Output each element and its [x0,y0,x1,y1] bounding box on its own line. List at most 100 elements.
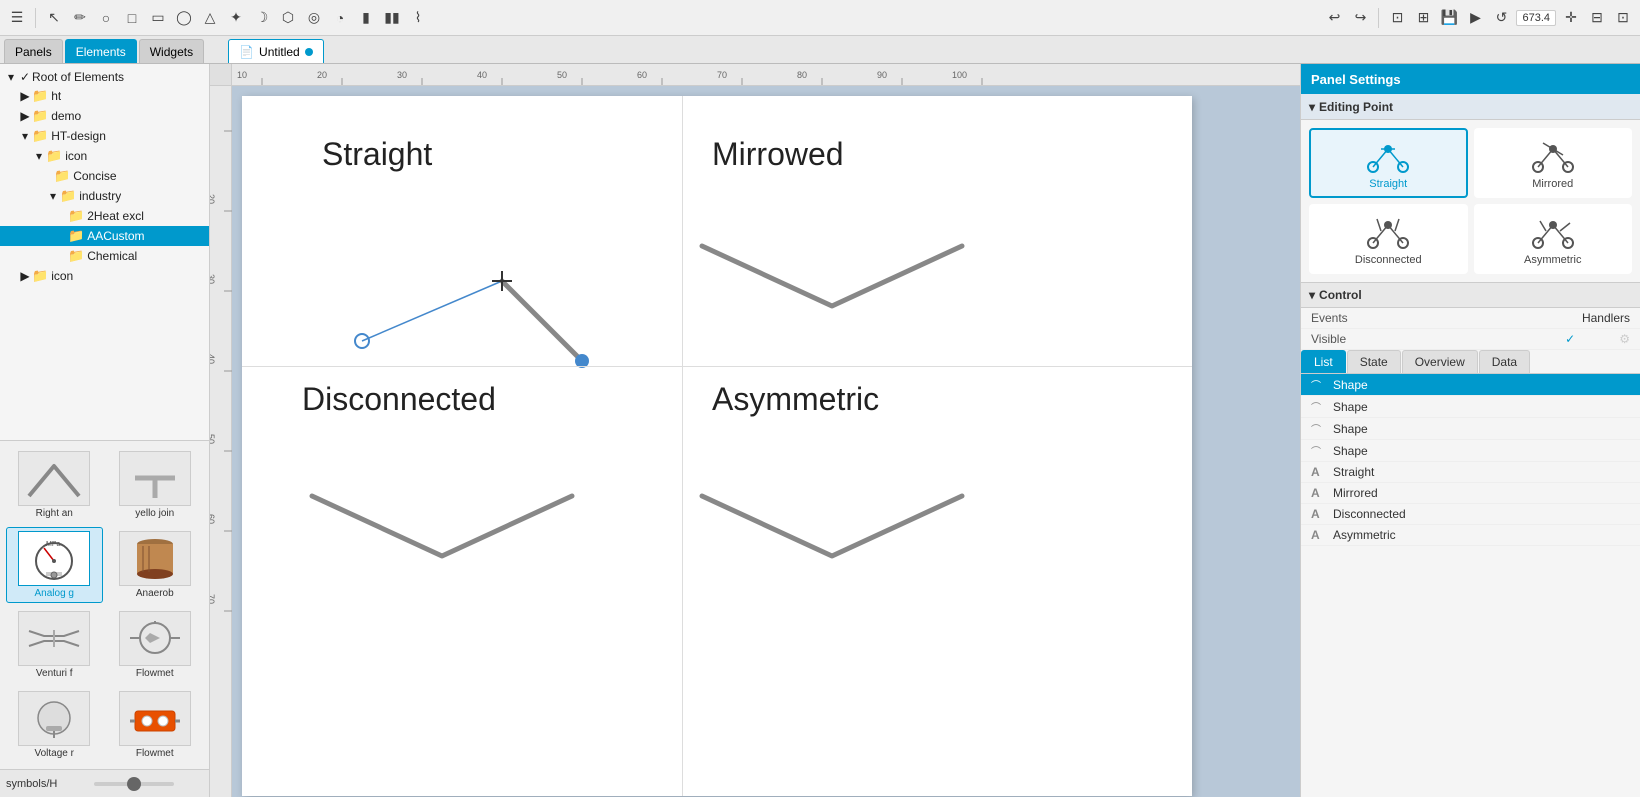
collapse-arrow[interactable]: ▾ [1309,100,1315,114]
line-tool[interactable]: ⌇ [407,7,429,29]
crosshair-icon[interactable]: ✛ [1560,7,1582,29]
select-tool[interactable]: ↖ [43,7,65,29]
tree-item-2heat[interactable]: 📁 2Heat excl [0,206,209,226]
ep-disconnected[interactable]: Disconnected [1309,204,1468,274]
circle-tool[interactable]: ○ [95,7,117,29]
triangle-tool[interactable]: △ [199,7,221,29]
donut-tool[interactable]: ◎ [303,7,325,29]
aacustom-folder-icon: 📁 [68,228,84,244]
list-item-mirrored[interactable]: A Mirrored [1301,483,1640,504]
zoom-slider[interactable] [94,782,174,786]
tree-item-demo[interactable]: ▶ 📁 demo [0,106,209,126]
tab-data[interactable]: Data [1479,350,1530,373]
pen-tool[interactable]: ✏ [69,7,91,29]
tree-item-ht[interactable]: ▶ 📁 ht [0,86,209,106]
rect-tool[interactable]: □ [121,7,143,29]
mirrored-label: Mirrowed [712,136,844,173]
doc-title-label: Untitled [259,45,300,59]
undo-button[interactable]: ↩ [1323,7,1345,29]
tab-panels[interactable]: Panels [4,39,63,63]
tree-item-aacustom[interactable]: 📁 AACustom [0,226,209,246]
aacustom-label: AACustom [87,229,144,243]
tree-item-chemical[interactable]: 📁 Chemical [0,246,209,266]
list-item-disconnected[interactable]: A Disconnected [1301,504,1640,525]
pie-tool[interactable]: ◔ [329,7,351,29]
tree-root[interactable]: ▾ ✓ Root of Elements [0,68,209,86]
handlers-label: Handlers [1582,311,1630,325]
ep-asymmetric[interactable]: Asymmetric [1474,204,1633,274]
menu-icon[interactable]: ☰ [6,7,28,29]
thumb-label-flowmet1: Flowmet [115,668,195,679]
thumb-label-anaerob: Anaerob [115,588,195,599]
tab-state[interactable]: State [1347,350,1401,373]
demo-folder-icon: 📁 [32,108,48,124]
coord-display: 673.4 [1516,10,1556,26]
editing-point-label: Editing Point [1319,100,1393,114]
crescent-tool[interactable]: ☽ [251,7,273,29]
save-button[interactable]: 💾 [1438,7,1460,29]
path-display: symbols/H [6,778,86,790]
svg-text:20: 20 [317,70,327,80]
thumb-yello-join[interactable]: yello join [107,447,204,523]
tree-item-ht-design[interactable]: ▾ 📁 HT-design [0,126,209,146]
thumb-img-anaerob [119,531,191,586]
mirrored-item-label: Mirrored [1333,486,1378,500]
list-item-shape4[interactable]: ⌒ Shape [1301,440,1640,462]
bar-tool[interactable]: ▮ [355,7,377,29]
bar2-tool[interactable]: ▮▮ [381,7,403,29]
canvas-area[interactable]: Straight Mirrowed Disconnected Asymmetri… [232,86,1300,797]
tree-item-icon2[interactable]: ▶ 📁 icon [0,266,209,286]
editing-point-grid: Straight Mirrored [1301,120,1640,282]
refresh-button[interactable]: ↺ [1490,7,1512,29]
industry-folder-icon: 📁 [60,188,76,204]
list-item-straight[interactable]: A Straight [1301,462,1640,483]
htdesign-arrow: ▾ [18,129,32,143]
visible-label: Visible [1311,332,1565,346]
tab-list[interactable]: List [1301,350,1346,373]
window-icon[interactable]: ⊟ [1586,7,1608,29]
icon1-arrow: ▾ [32,149,46,163]
star-tool[interactable]: ✦ [225,7,247,29]
ep-mirrored[interactable]: Mirrored [1474,128,1633,198]
thumb-analog-g[interactable]: MPa Analog g [6,527,103,603]
list-item-shape2[interactable]: ⌒ Shape [1301,396,1640,418]
oval-tool[interactable]: ◯ [173,7,195,29]
icon1-folder-icon: 📁 [46,148,62,164]
svg-text:40: 40 [210,354,216,364]
events-label: Events [1311,311,1582,325]
thumb-flowmet1[interactable]: Flowmet [107,607,204,683]
list-item-asymmetric[interactable]: A Asymmetric [1301,525,1640,546]
tab-overview[interactable]: Overview [1402,350,1478,373]
control-collapse-arrow[interactable]: ▾ [1309,288,1315,302]
thumb-right-an[interactable]: Right an [6,447,103,523]
tree-item-icon1[interactable]: ▾ 📁 icon [0,146,209,166]
frame-button[interactable]: ⊡ [1386,7,1408,29]
htdesign-folder-icon: 📁 [32,128,48,144]
straight-item-icon: A [1311,465,1329,479]
tree-item-industry[interactable]: ▾ 📁 industry [0,186,209,206]
redo-button[interactable]: ↪ [1349,7,1371,29]
thumb-img-flowmet2 [119,691,191,746]
tab-elements[interactable]: Elements [65,39,137,63]
htdesign-label: HT-design [51,129,106,143]
thumb-flowmet2[interactable]: Flowmet [107,687,204,763]
list-item-shape3[interactable]: ⌒ Shape [1301,418,1640,440]
thumb-anaerob[interactable]: Anaerob [107,527,204,603]
rect2-tool[interactable]: ▭ [147,7,169,29]
root-check: ✓ [18,70,32,84]
list-item-shape1[interactable]: ⌒ Shape [1301,374,1640,396]
tree-item-concise[interactable]: 📁 Concise [0,166,209,186]
svg-text:70: 70 [717,70,727,80]
tab-widgets[interactable]: Widgets [139,39,204,63]
ep-straight[interactable]: Straight [1309,128,1468,198]
shape2-label: Shape [1333,400,1368,414]
grid-button[interactable]: ⊞ [1412,7,1434,29]
polygon-tool[interactable]: ⬡ [277,7,299,29]
concise-folder-icon: 📁 [54,168,70,184]
shape1-label: Shape [1333,378,1368,392]
expand-icon[interactable]: ⊡ [1612,7,1634,29]
tab-doc-title[interactable]: 📄 Untitled [228,39,324,63]
play-button[interactable]: ▶ [1464,7,1486,29]
thumb-venturi-f[interactable]: Venturi f [6,607,103,683]
thumb-voltage-r[interactable]: Voltage r [6,687,103,763]
